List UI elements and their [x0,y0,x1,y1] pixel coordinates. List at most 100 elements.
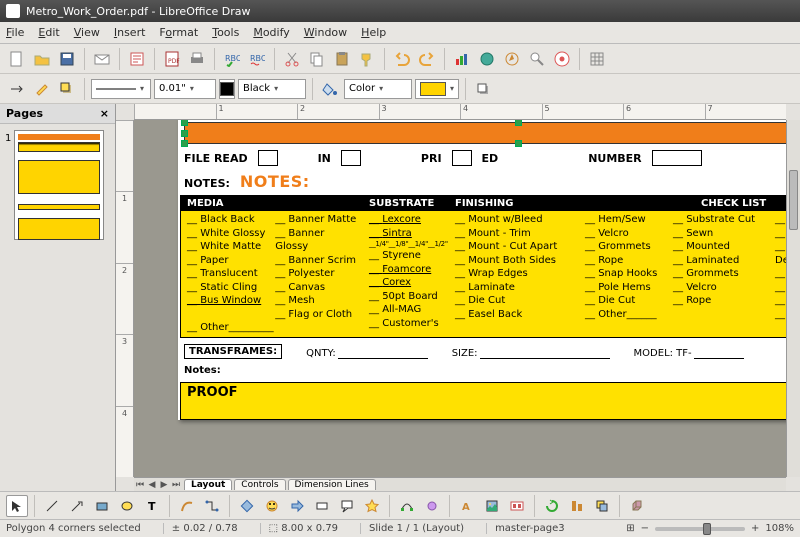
arrow-tool-icon[interactable] [66,495,88,517]
edit-doc-icon[interactable] [126,48,148,70]
rotate-icon[interactable] [541,495,563,517]
vertical-scrollbar[interactable] [786,120,800,477]
undo-icon[interactable] [391,48,413,70]
gallery-icon[interactable] [506,495,528,517]
line-style-combo[interactable]: ▾ [91,79,151,99]
svg-text:RBC: RBC [250,54,265,63]
align-icon[interactable] [566,495,588,517]
paste-icon[interactable] [331,48,353,70]
text-tool-icon[interactable]: T [141,495,163,517]
rect-tool-icon[interactable] [91,495,113,517]
navigator-icon[interactable] [501,48,523,70]
tab-nav-first-icon[interactable]: ⏮ [134,480,146,490]
line-color-combo[interactable]: Black▾ [238,79,306,99]
tab-nav-next-icon[interactable]: ▶ [158,480,170,490]
in-label: IN [318,152,331,165]
tab-layout[interactable]: Layout [184,479,232,490]
menu-window[interactable]: Window [304,26,347,39]
yellow-form-block: MEDIA SUBSTRATE FINISHING CHECK LIST Bla… [180,195,786,338]
page-thumbnail-1[interactable]: 1 [14,130,104,240]
pdf-export-icon[interactable]: PDF [161,48,183,70]
arrow-style-icon[interactable] [6,78,28,100]
menu-file[interactable]: File [6,26,24,39]
highlight-icon[interactable] [31,78,53,100]
cut-icon[interactable] [281,48,303,70]
horizontal-ruler[interactable]: 1234567 [134,104,786,120]
extrusion-icon[interactable] [626,495,648,517]
pages-panel: Pages × 1 [0,104,116,491]
fill-color-combo[interactable]: ▾ [415,79,459,99]
notes-row: NOTES: NOTES: [184,172,786,191]
zoom-icon[interactable] [526,48,548,70]
arrange-icon[interactable] [591,495,613,517]
line-tool-icon[interactable] [41,495,63,517]
zoom-in-icon[interactable]: + [751,523,759,534]
glue-points-icon[interactable] [421,495,443,517]
fontwork-icon[interactable]: A [456,495,478,517]
open-icon[interactable] [31,48,53,70]
save-icon[interactable] [56,48,78,70]
line-color-swatch[interactable] [219,79,235,99]
zoom-fit-icon[interactable]: ⊞ [626,523,634,534]
redo-icon[interactable] [416,48,438,70]
menu-modify[interactable]: Modify [253,26,289,39]
drawing-canvas[interactable]: FILE READ IN PRIED NUMBER NOTES: NOTES: … [134,120,786,477]
menu-insert[interactable]: Insert [114,26,146,39]
print-icon[interactable] [186,48,208,70]
form-body: Black BackWhite GlossyWhite MattePaperTr… [181,211,786,337]
format-paint-icon[interactable] [356,48,378,70]
zoom-value: 108% [765,523,794,534]
mail-icon[interactable] [91,48,113,70]
shadow-toggle-icon[interactable] [472,78,494,100]
stars-icon[interactable] [361,495,383,517]
tab-nav-last-icon[interactable]: ⏭ [170,480,182,490]
flowchart-icon[interactable] [311,495,333,517]
vertical-ruler[interactable]: 1234 [116,120,134,477]
callout-icon[interactable] [336,495,358,517]
select-tool-icon[interactable] [6,495,28,517]
autospell-icon[interactable]: RBC [246,48,268,70]
window-titlebar: Metro_Work_Order.pdf - LibreOffice Draw [0,0,800,22]
fill-mode-combo[interactable]: Color▾ [344,79,412,99]
from-file-icon[interactable] [481,495,503,517]
points-edit-icon[interactable] [396,495,418,517]
hdr-media: MEDIA [181,196,363,211]
zoom-out-icon[interactable]: − [641,523,649,534]
menu-tools[interactable]: Tools [212,26,239,39]
canvas-area: 1234567 1234 FILE READ IN [116,104,800,491]
curve-tool-icon[interactable] [176,495,198,517]
spellcheck-icon[interactable]: RBC [221,48,243,70]
copy-icon[interactable] [306,48,328,70]
menu-help[interactable]: Help [361,26,386,39]
tab-dimension[interactable]: Dimension Lines [288,479,376,490]
zoom-slider[interactable] [655,527,745,531]
tab-scroll-bar: ⏮ ◀ ▶ ⏭ Layout Controls Dimension Lines [134,477,786,491]
menu-edit[interactable]: Edit [38,26,59,39]
tab-nav-prev-icon[interactable]: ◀ [146,480,158,490]
pages-panel-close-icon[interactable]: × [100,107,109,120]
hdr-checklist: CHECK LIST [695,196,786,211]
block-arrows-icon[interactable] [286,495,308,517]
grid-icon[interactable] [586,48,608,70]
line-width-combo[interactable]: 0.01"▾ [154,79,216,99]
orange-header-bar[interactable] [184,122,786,144]
chart-icon[interactable] [451,48,473,70]
notes-label-small: NOTES: [184,177,230,190]
menu-format[interactable]: Format [159,26,198,39]
zoom-control: ⊞ − + 108% [626,523,794,534]
status-slide: Slide 1 / 1 (Layout) [360,523,472,534]
transframes-label: TRANSFRAMES: [184,344,282,359]
new-icon[interactable] [6,48,28,70]
ellipse-tool-icon[interactable] [116,495,138,517]
svg-text:PDF: PDF [168,58,180,65]
tab-controls[interactable]: Controls [234,479,285,490]
symbol-shapes-icon[interactable] [261,495,283,517]
fill-bucket-icon[interactable] [319,78,341,100]
pages-panel-header: Pages × [0,104,115,124]
connector-tool-icon[interactable] [201,495,223,517]
shadow-icon[interactable] [56,78,78,100]
hyperlink-icon[interactable] [476,48,498,70]
basic-shapes-icon[interactable] [236,495,258,517]
menu-view[interactable]: View [74,26,100,39]
help-icon[interactable] [551,48,573,70]
